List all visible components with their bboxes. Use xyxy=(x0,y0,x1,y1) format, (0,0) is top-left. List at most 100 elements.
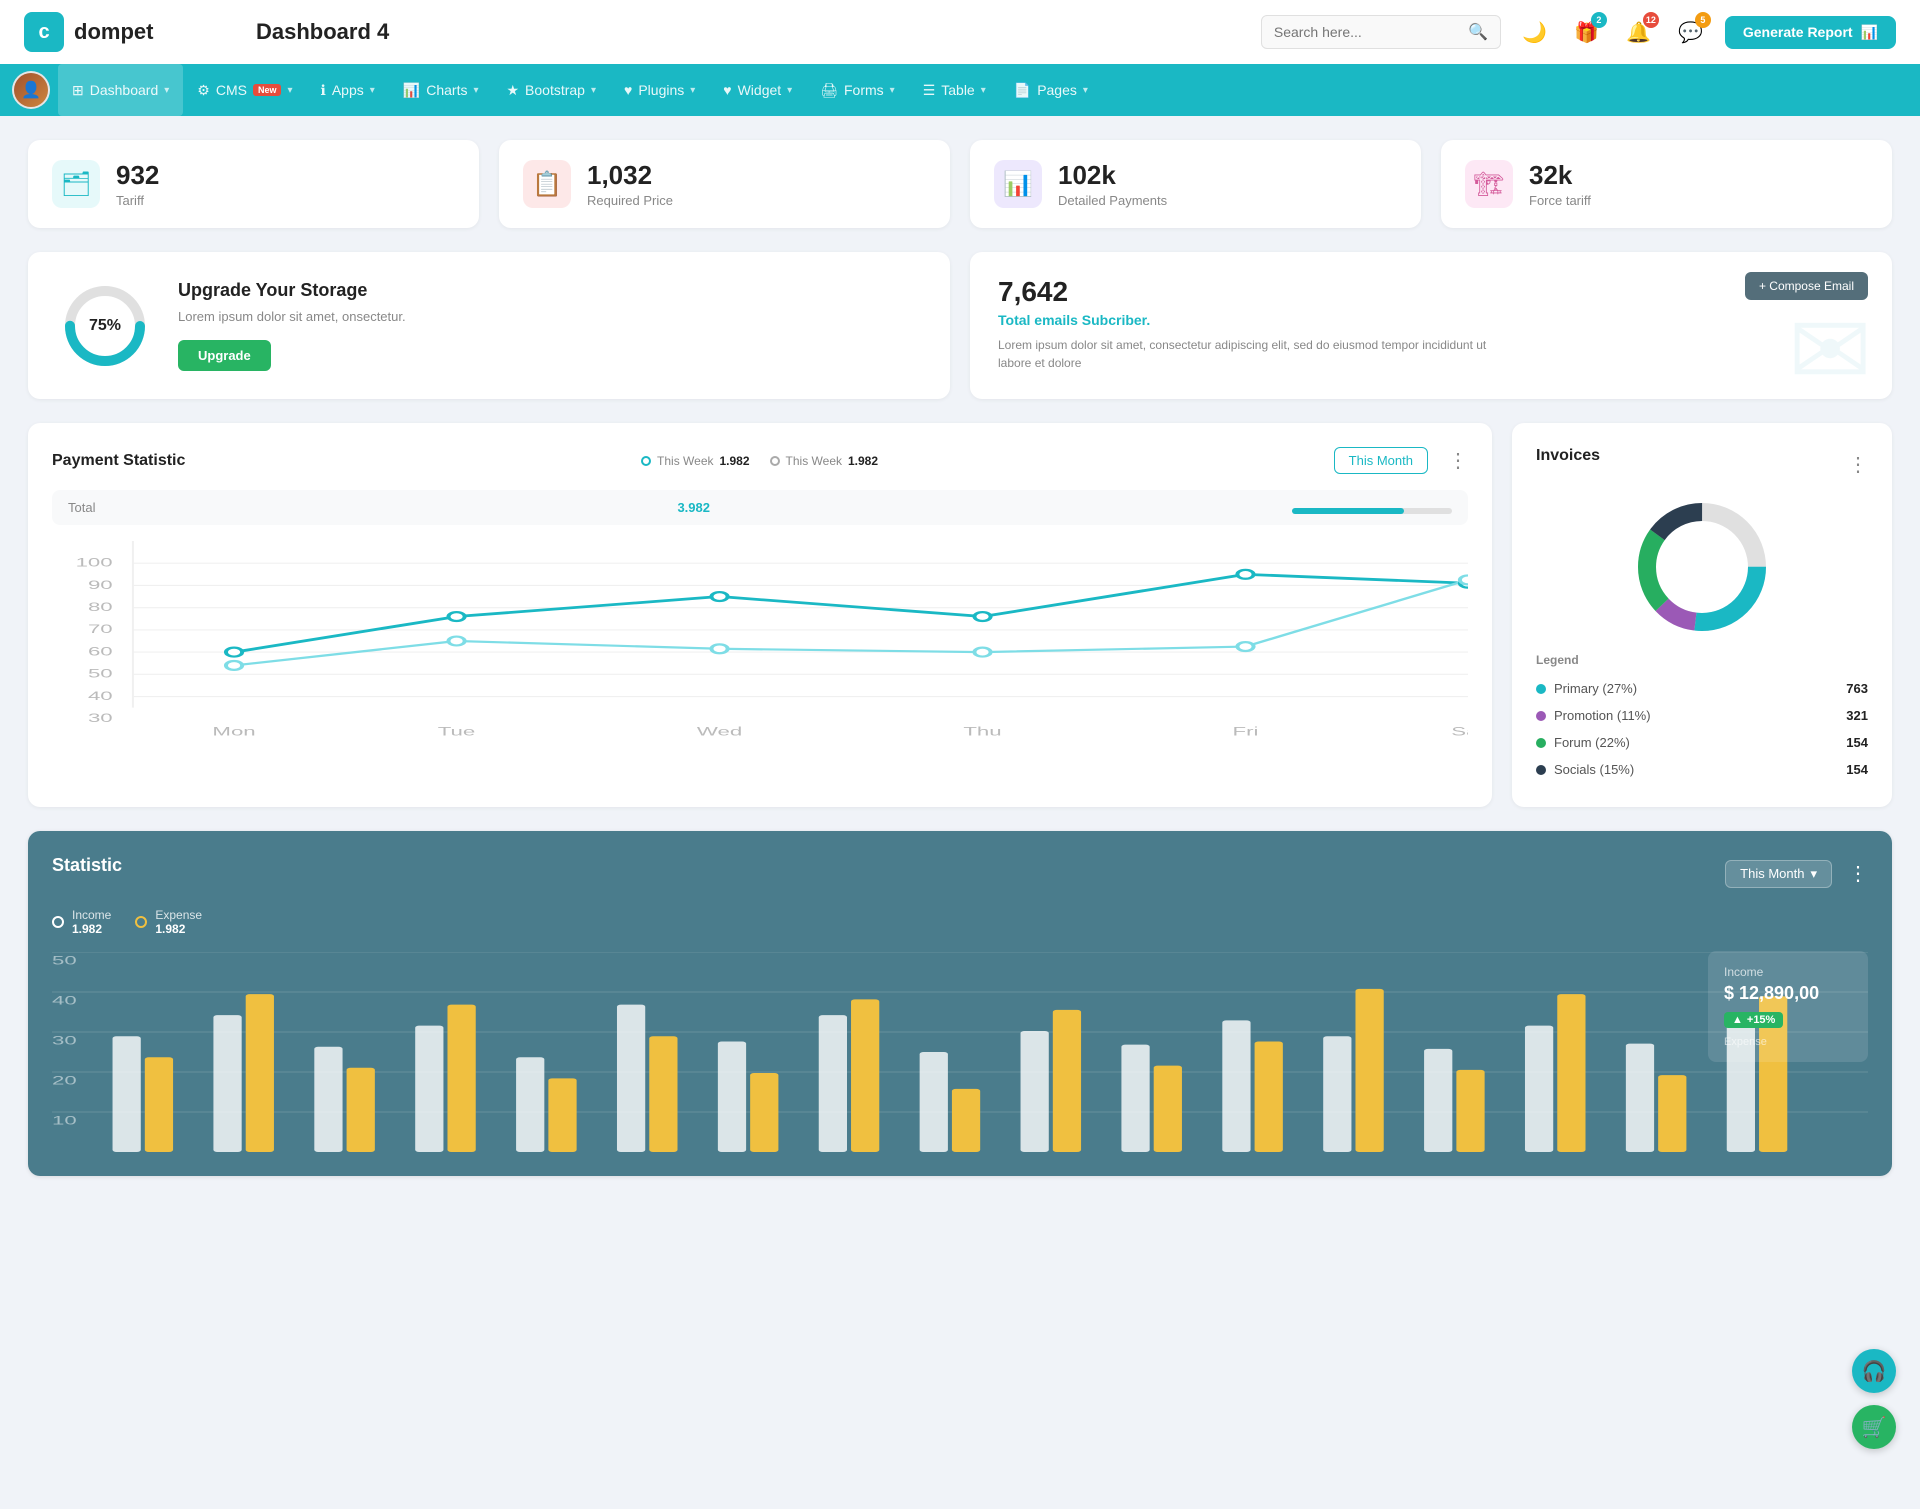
income-badge: ▲ +15% xyxy=(1724,1012,1783,1028)
tariff-icon: 🗂 xyxy=(52,160,100,208)
page-title: Dashboard 4 xyxy=(256,19,389,45)
svg-text:10: 10 xyxy=(52,1114,77,1127)
headset-fab-button[interactable]: 🎧 xyxy=(1852,1349,1896,1393)
promotion-label: Promotion (11%) xyxy=(1554,708,1651,723)
svg-text:80: 80 xyxy=(88,600,113,614)
invoices-donut-wrap xyxy=(1536,497,1868,637)
email-count: 7,642 xyxy=(998,276,1864,308)
tariff-value: 932 xyxy=(116,160,159,191)
statistic-more-button[interactable]: ⋮ xyxy=(1848,861,1868,886)
svg-text:40: 40 xyxy=(88,689,113,703)
expense-legend-label: Expense xyxy=(155,908,202,922)
filter-dot-1 xyxy=(641,456,651,466)
filter1-val: 1.982 xyxy=(720,454,750,468)
nav-item-pages[interactable]: 📄 Pages ▾ xyxy=(1000,64,1102,116)
chevron-down-icon: ▾ xyxy=(981,85,986,96)
detailed-payments-label: Detailed Payments xyxy=(1058,193,1167,208)
nav-label-widget: Widget xyxy=(738,82,782,98)
cart-fab-button[interactable]: 🛒 xyxy=(1852,1405,1896,1449)
dashboard-icon: ⊞ xyxy=(72,82,84,99)
progress-bar xyxy=(1292,508,1452,514)
upgrade-button[interactable]: Upgrade xyxy=(178,340,271,371)
email-description: Lorem ipsum dolor sit amet, consectetur … xyxy=(998,336,1498,372)
nav-item-forms[interactable]: 🖨 Forms ▾ xyxy=(806,64,908,116)
legend-item-primary: Primary (27%) 763 xyxy=(1536,675,1868,702)
forum-dot xyxy=(1536,738,1546,748)
primary-dot xyxy=(1536,684,1546,694)
statistic-month-button[interactable]: This Month ▾ xyxy=(1725,860,1832,888)
income-badge-val: +15% xyxy=(1747,1014,1775,1026)
promotion-val: 321 xyxy=(1846,708,1868,723)
force-tariff-label: Force tariff xyxy=(1529,193,1591,208)
storage-title: Upgrade Your Storage xyxy=(178,280,406,301)
detailed-payments-icon: 📊 xyxy=(994,160,1042,208)
stat-cards-row: 🗂 932 Tariff 📋 1,032 Required Price 📊 10… xyxy=(28,140,1892,228)
bell-button[interactable]: 🔔 12 xyxy=(1621,14,1657,50)
payment-statistic-title: Payment Statistic xyxy=(52,452,185,470)
total-row: Total 3.982 xyxy=(52,490,1468,525)
storage-card: 75% Upgrade Your Storage Lorem ipsum dol… xyxy=(28,252,950,399)
socials-val: 154 xyxy=(1846,762,1868,777)
nav-item-plugins[interactable]: ♥ Plugins ▾ xyxy=(610,64,709,116)
stat-info-detailed-payments: 102k Detailed Payments xyxy=(1058,160,1167,208)
nav-item-dashboard[interactable]: ⊞ Dashboard ▾ xyxy=(58,64,183,116)
search-input[interactable] xyxy=(1274,24,1468,40)
stat-card-force-tariff: 🏗 32k Force tariff xyxy=(1441,140,1892,228)
force-tariff-value: 32k xyxy=(1529,160,1591,191)
header-right: 🔍 🌙 🎁 2 🔔 12 💬 5 Generate Report 📊 xyxy=(1261,14,1896,50)
chat-button[interactable]: 💬 5 xyxy=(1673,14,1709,50)
nav-item-table[interactable]: ☰ Table ▾ xyxy=(909,64,1000,116)
chevron-down-icon: ▾ xyxy=(890,85,895,96)
nav-item-charts[interactable]: 📊 Charts ▾ xyxy=(389,64,493,116)
gift-button[interactable]: 🎁 2 xyxy=(1569,14,1605,50)
svg-text:Sat: Sat xyxy=(1451,725,1468,739)
moon-toggle-button[interactable]: 🌙 xyxy=(1517,14,1553,50)
filter-item-2: This Week 1.982 xyxy=(770,454,879,468)
nav-label-apps: Apps xyxy=(332,82,364,98)
nav-item-widget[interactable]: ♥ Widget ▾ xyxy=(709,64,806,116)
charts-icon: 📊 xyxy=(403,82,420,99)
bootstrap-icon: ★ xyxy=(506,82,519,99)
stat-card-required-price: 📋 1,032 Required Price xyxy=(499,140,950,228)
invoices-more-button[interactable]: ⋮ xyxy=(1848,452,1868,477)
avatar: 👤 xyxy=(12,71,50,109)
filter2-label: This Week xyxy=(786,454,842,468)
generate-report-button[interactable]: Generate Report 📊 xyxy=(1725,16,1896,49)
svg-text:60: 60 xyxy=(88,645,113,659)
svg-text:20: 20 xyxy=(52,1074,77,1087)
more-options-button[interactable]: ⋮ xyxy=(1448,448,1468,473)
cms-icon: ⚙ xyxy=(197,82,210,99)
socials-label: Socials (15%) xyxy=(1554,762,1634,777)
nav-item-bootstrap[interactable]: ★ Bootstrap ▾ xyxy=(492,64,610,116)
this-month-button[interactable]: This Month xyxy=(1334,447,1428,474)
nav-item-apps[interactable]: ℹ Apps ▾ xyxy=(307,64,389,116)
payment-filters: This Week 1.982 This Week 1.982 xyxy=(641,454,878,468)
arrow-up-icon: ▲ xyxy=(1732,1014,1743,1026)
navbar: 👤 ⊞ Dashboard ▾ ⚙ CMS New ▾ ℹ Apps ▾ 📊 C… xyxy=(0,64,1920,116)
logo-text: dompet xyxy=(74,19,153,45)
invoices-donut-svg xyxy=(1632,497,1772,637)
nav-label-forms: Forms xyxy=(844,82,884,98)
svg-text:Fri: Fri xyxy=(1233,725,1259,739)
storage-desc: Lorem ipsum dolor sit amet, onsectetur. xyxy=(178,309,406,324)
line-chart-area: 100 90 80 70 60 50 40 30 xyxy=(52,541,1468,741)
forms-icon: 🖨 xyxy=(820,82,838,99)
storage-info: Upgrade Your Storage Lorem ipsum dolor s… xyxy=(178,280,406,371)
nav-label-pages: Pages xyxy=(1037,82,1077,98)
nav-item-cms[interactable]: ⚙ CMS New ▾ xyxy=(183,64,306,116)
bar-chart-container: 50 40 30 20 10 xyxy=(52,952,1868,1152)
svg-text:100: 100 xyxy=(76,556,113,570)
payment-header: Payment Statistic This Week 1.982 This W… xyxy=(52,447,1468,474)
total-label: Total xyxy=(68,500,95,515)
filter-dot-2 xyxy=(770,456,780,466)
svg-text:30: 30 xyxy=(52,1034,77,1047)
email-card: 7,642 Total emails Subcriber. Lorem ipsu… xyxy=(970,252,1892,399)
chevron-down-icon: ▾ xyxy=(164,85,169,96)
logo-area: c dompet xyxy=(24,12,224,52)
total-value: 3.982 xyxy=(677,500,710,515)
chat-badge: 5 xyxy=(1695,12,1711,28)
required-price-value: 1,032 xyxy=(587,160,673,191)
middle-row: 75% Upgrade Your Storage Lorem ipsum dol… xyxy=(28,252,1892,399)
statistic-title: Statistic xyxy=(52,855,122,876)
search-box[interactable]: 🔍 xyxy=(1261,15,1501,49)
